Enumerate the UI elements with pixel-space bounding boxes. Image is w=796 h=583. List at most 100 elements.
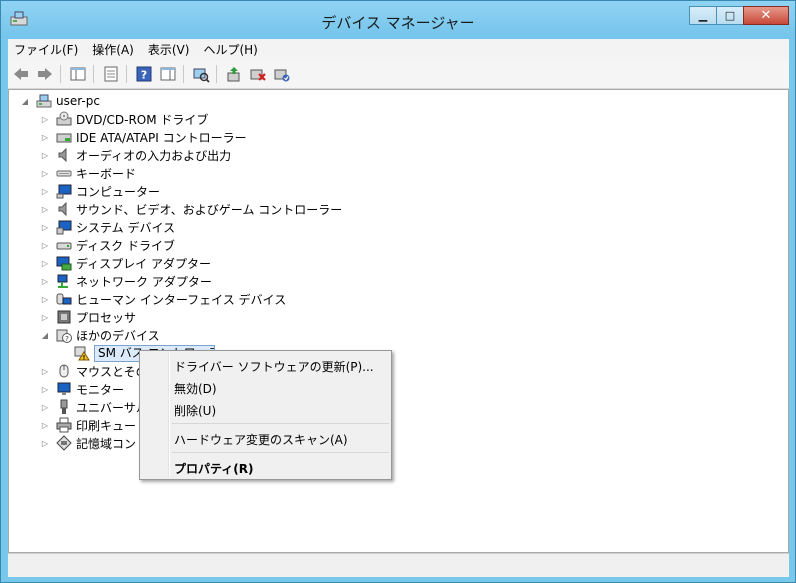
toolbar: ? [8, 60, 789, 89]
collapse-arrow-icon[interactable]: ◢ [20, 97, 30, 106]
svg-text:!: ! [83, 355, 86, 362]
scan-hardware-menu-item[interactable]: ハードウェア変更のスキャン(A) [174, 431, 348, 448]
speaker-icon [56, 147, 72, 163]
menu-bar: ファイル(F) 操作(A) 表示(V) ヘルプ(H) [8, 39, 789, 60]
expand-arrow-icon[interactable]: ▷ [40, 277, 50, 286]
tree-item-system[interactable]: ▷ システム デバイス [40, 218, 175, 236]
tree-item-label: DVD/CD-ROM ドライブ [76, 112, 209, 127]
update-driver-icon [227, 67, 240, 82]
expand-arrow-icon[interactable]: ▷ [40, 133, 50, 142]
menu-help[interactable]: ヘルプ(H) [197, 41, 265, 58]
uninstall-device-button[interactable] [271, 63, 293, 85]
tree-item-network[interactable]: ▷ ネットワーク アダプター [40, 272, 212, 290]
tree-item-ide[interactable]: ▷ IDE ATA/ATAPI コントローラー [40, 128, 247, 146]
update-driver-button[interactable] [223, 63, 245, 85]
disable-menu-item[interactable]: 無効(D) [174, 380, 217, 397]
tree-item-disk[interactable]: ▷ ディスク ドライブ [40, 236, 175, 254]
tree-item-label: 記憶域コントローラー [76, 436, 140, 451]
menu-action[interactable]: 操作(A) [86, 41, 142, 58]
expand-arrow-icon[interactable]: ▷ [40, 385, 50, 394]
expand-arrow-icon[interactable]: ▷ [40, 169, 50, 178]
expand-arrow-icon[interactable]: ▷ [40, 313, 50, 322]
uninstall-menu-item[interactable]: 削除(U) [174, 402, 216, 419]
usb-icon [56, 399, 72, 415]
tree-item-print-queue[interactable]: ▷ 印刷キュー [40, 416, 136, 434]
tree-item-dvd[interactable]: ▷ DVD/CD-ROM ドライブ [40, 110, 208, 128]
expand-arrow-icon[interactable]: ▷ [40, 367, 50, 376]
tree-root-label: user-pc [56, 94, 100, 108]
disable-device-button[interactable] [247, 63, 269, 85]
tree-item-sound[interactable]: ▷ サウンド、ビデオ、およびゲーム コントローラー [40, 200, 342, 218]
forward-arrow-icon [38, 68, 52, 80]
tree-item-label: ほかのデバイス [76, 328, 160, 343]
tree-item-hid[interactable]: ▷ ヒューマン インターフェイス デバイス [40, 290, 286, 308]
expand-arrow-icon[interactable]: ▷ [40, 151, 50, 160]
tree-item-label: ネットワーク アダプター [76, 274, 212, 289]
expand-arrow-icon[interactable]: ▷ [40, 403, 50, 412]
menu-file[interactable]: ファイル(F) [8, 41, 86, 58]
system-device-icon [56, 219, 72, 235]
svg-text:?: ? [141, 69, 147, 82]
scan-hardware-icon [193, 68, 210, 83]
back-button[interactable] [10, 63, 32, 85]
tree-item-usb[interactable]: ▷ ユニバーサル シリアル バス コントローラー [40, 398, 144, 416]
expand-arrow-icon[interactable]: ▷ [40, 115, 50, 124]
properties-menu-item[interactable]: プロパティ(R) [174, 460, 254, 477]
expand-arrow-icon[interactable]: ▷ [40, 223, 50, 232]
help-button[interactable]: ? [133, 63, 155, 85]
context-menu-gutter [168, 353, 170, 477]
expand-arrow-icon[interactable]: ▷ [40, 241, 50, 250]
expand-arrow-icon[interactable]: ▷ [40, 439, 50, 448]
tree-item-label: ユニバーサル シリアル バス コントローラー [76, 400, 144, 415]
tree-item-other-devices[interactable]: ◢ ? ほかのデバイス [40, 326, 160, 344]
close-icon: ✕ [760, 8, 772, 23]
properties-button[interactable] [100, 63, 122, 85]
tree-root[interactable]: ◢ user-pc [20, 92, 100, 110]
device-tree: ◢ user-pc ▷ DVD/CD-ROM ドライブ ▷ IDE ATA/AT… [8, 89, 789, 553]
forward-button[interactable] [34, 63, 56, 85]
tree-item-display[interactable]: ▷ ディスプレイ アダプター [40, 254, 211, 272]
expand-arrow-icon[interactable]: ▷ [40, 259, 50, 268]
tree-item-label: サウンド、ビデオ、およびゲーム コントローラー [76, 202, 343, 217]
expand-arrow-icon[interactable]: ▷ [40, 187, 50, 196]
unknown-device-icon: ? [56, 327, 72, 343]
title-bar[interactable]: デバイス マネージャー ▁ □ ✕ [1, 1, 795, 39]
expand-arrow-icon[interactable]: ▷ [40, 205, 50, 214]
tree-item-label: プロセッサ [76, 310, 137, 325]
collapse-arrow-icon[interactable]: ◢ [40, 331, 50, 340]
expand-arrow-icon[interactable]: ▷ [40, 421, 50, 430]
scan-hardware-button[interactable] [190, 63, 212, 85]
menu-view[interactable]: 表示(V) [142, 41, 198, 58]
tree-item-label: マウスとそのほかのポインティング デバイス [76, 364, 144, 379]
speaker-icon [56, 201, 72, 217]
back-arrow-icon [14, 68, 28, 80]
tree-item-audio-io[interactable]: ▷ オーディオの入力および出力 [40, 146, 231, 164]
hid-icon [56, 291, 72, 307]
warning-device-icon: ! [74, 345, 90, 361]
disable-device-icon [250, 69, 266, 81]
device-manager-window: デバイス マネージャー ▁ □ ✕ ファイル(F) 操作(A) 表示(V) ヘル… [0, 0, 796, 583]
tree-item-computer[interactable]: ▷ コンピューター [40, 182, 160, 200]
context-menu: ドライバー ソフトウェアの更新(P)... 無効(D) 削除(U) ハードウェア… [139, 350, 392, 480]
uninstall-device-icon [274, 69, 290, 82]
minimize-button[interactable]: ▁ [689, 6, 717, 25]
processor-icon [56, 309, 72, 325]
tree-item-keyboard[interactable]: ▷ キーボード [40, 164, 136, 182]
show-hide-console-tree-button[interactable] [67, 63, 89, 85]
maximize-button[interactable]: □ [716, 6, 744, 25]
update-driver-menu-item[interactable]: ドライバー ソフトウェアの更新(P)... [174, 358, 374, 375]
minimize-icon: ▁ [698, 9, 708, 22]
maximize-icon: □ [724, 9, 736, 22]
tree-item-monitor[interactable]: ▷ モニター [40, 380, 124, 398]
close-button[interactable]: ✕ [743, 6, 789, 25]
keyboard-icon [56, 165, 72, 181]
tree-item-label: ヒューマン インターフェイス デバイス [76, 292, 287, 307]
help-icon: ? [136, 66, 152, 82]
tree-item-mouse[interactable]: ▷ マウスとそのほかのポインティング デバイス [40, 362, 144, 380]
tree-item-processor[interactable]: ▷ プロセッサ [40, 308, 136, 326]
expand-arrow-icon[interactable]: ▷ [40, 295, 50, 304]
action-pane-button[interactable] [157, 63, 179, 85]
tree-item-label: オーディオの入力および出力 [76, 148, 232, 163]
tree-item-storage[interactable]: ▷ 記憶域コントローラー [40, 434, 140, 452]
context-menu-separator [172, 423, 389, 424]
